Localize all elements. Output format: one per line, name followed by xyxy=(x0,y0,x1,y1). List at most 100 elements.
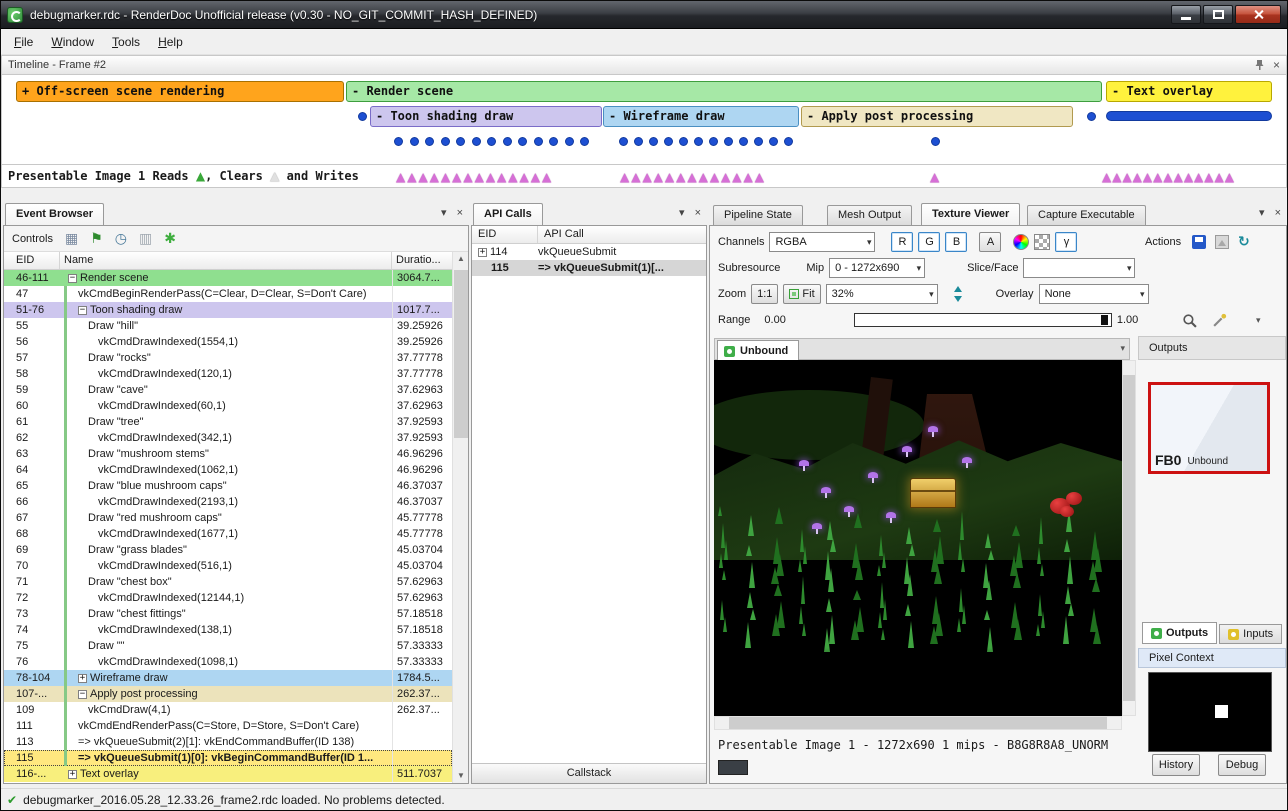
event-row-73[interactable]: 73Draw "chest fittings"57.18518 xyxy=(4,606,452,622)
close-button[interactable] xyxy=(1235,5,1281,24)
right-panel-close-icon[interactable]: × xyxy=(1275,208,1281,219)
pixel-context-view[interactable] xyxy=(1148,672,1272,752)
event-row-70[interactable]: 70vkCmdDrawIndexed(516,1)45.03704 xyxy=(4,558,452,574)
autofit-wand-icon[interactable] xyxy=(1212,313,1227,328)
event-row-66[interactable]: 66vkCmdDrawIndexed(2193,1)46.37037 xyxy=(4,494,452,510)
texture-viewer-canvas[interactable] xyxy=(714,360,1122,716)
event-row-55[interactable]: 55Draw "hill"39.25926 xyxy=(4,318,452,334)
event-row-60[interactable]: 60vkCmdDrawIndexed(60,1)37.62963 xyxy=(4,398,452,414)
scroll-down-icon[interactable]: ▼ xyxy=(453,769,469,783)
column-header-eid[interactable]: EID xyxy=(4,252,60,269)
statistics-icon[interactable]: ▥ xyxy=(139,232,152,246)
mip-dropdown[interactable]: 0 - 1272x690 xyxy=(829,258,925,278)
refresh-icon[interactable]: ↻ xyxy=(1238,235,1250,249)
timeline-draw-dot[interactable] xyxy=(503,137,512,146)
event-row-72[interactable]: 72vkCmdDrawIndexed(12144,1)57.62963 xyxy=(4,590,452,606)
event-row-61[interactable]: 61Draw "tree"37.92593 xyxy=(4,414,452,430)
timeline-draw-dot[interactable] xyxy=(549,137,558,146)
tab-event-browser[interactable]: Event Browser xyxy=(5,203,104,225)
event-row-116-...[interactable]: 116-...+Text overlay511.7037 xyxy=(4,766,452,782)
event-row-68[interactable]: 68vkCmdDrawIndexed(1677,1)45.77778 xyxy=(4,526,452,542)
timeline-section[interactable]: - Render scene xyxy=(346,81,1102,102)
event-row-75[interactable]: 75Draw ""57.33333 xyxy=(4,638,452,654)
event-row-107-...[interactable]: 107-...−Apply post processing262.37... xyxy=(4,686,452,702)
time-durations-icon[interactable]: ◷ xyxy=(115,232,127,246)
event-row-71[interactable]: 71Draw "chest box"57.62963 xyxy=(4,574,452,590)
event-row-64[interactable]: 64vkCmdDrawIndexed(1062,1)46.96296 xyxy=(4,462,452,478)
scrollbar-thumb[interactable] xyxy=(729,717,1107,729)
menu-tools[interactable]: Tools xyxy=(103,31,149,53)
timeline-draw-dot[interactable] xyxy=(664,137,673,146)
zoom-range-icon[interactable] xyxy=(1182,313,1197,328)
expander-icon[interactable]: − xyxy=(78,306,87,315)
timeline-draw-dot[interactable] xyxy=(769,137,778,146)
scrollbar-thumb[interactable] xyxy=(454,270,468,438)
event-browser-close-icon[interactable]: × xyxy=(457,208,463,219)
event-row-74[interactable]: 74vkCmdDrawIndexed(138,1)57.18518 xyxy=(4,622,452,638)
timeline-draw-dot[interactable] xyxy=(784,137,793,146)
timeline-section[interactable]: - Wireframe draw xyxy=(603,106,799,127)
checkerboard-background-icon[interactable] xyxy=(1034,234,1050,250)
event-browser-scrollbar[interactable]: ▲ ▼ xyxy=(452,252,468,783)
callstack-title[interactable]: Callstack xyxy=(472,763,706,783)
timeline-draw-dot[interactable] xyxy=(679,137,688,146)
event-row-109[interactable]: 109vkCmdDraw(4,1)262.37... xyxy=(4,702,452,718)
timeline-draw-dot[interactable] xyxy=(709,137,718,146)
filter-star-icon[interactable]: ✱ xyxy=(164,232,176,246)
event-row-113[interactable]: 113=> vkQueueSubmit(2)[1]: vkEndCommandB… xyxy=(4,734,452,750)
timeline-draw-dot[interactable] xyxy=(518,137,527,146)
menu-file[interactable]: File xyxy=(5,31,42,53)
timeline-draw-dot[interactable] xyxy=(358,112,367,121)
open-texture-icon[interactable] xyxy=(1215,235,1229,249)
zoom-level-combo[interactable]: 32% xyxy=(826,284,938,304)
tab-texture-viewer[interactable]: Texture Viewer xyxy=(921,203,1020,225)
tab-mesh-output[interactable]: Mesh Output xyxy=(827,205,912,225)
event-row-59[interactable]: 59Draw "cave"37.62963 xyxy=(4,382,452,398)
timeline-section[interactable]: + Off-screen scene rendering xyxy=(16,81,344,102)
timeline-draw-dot[interactable] xyxy=(580,137,589,146)
timeline-section[interactable]: - Text overlay xyxy=(1106,81,1272,102)
timeline-draw-pill[interactable] xyxy=(1106,111,1272,121)
timeline-section[interactable]: - Toon shading draw xyxy=(370,106,602,127)
column-header-name[interactable]: Name xyxy=(60,252,392,269)
event-row-65[interactable]: 65Draw "blue mushroom caps"46.37037 xyxy=(4,478,452,494)
expander-icon[interactable]: + xyxy=(78,674,87,683)
event-row-78-104[interactable]: 78-104+Wireframe draw1784.5... xyxy=(4,670,452,686)
tab-outputs[interactable]: Outputs xyxy=(1142,622,1217,644)
event-browser-menu-icon[interactable]: ▾ xyxy=(441,208,447,219)
timeline-draw-dot[interactable] xyxy=(565,137,574,146)
expander-icon[interactable]: − xyxy=(68,274,77,283)
timeline-draw-dot[interactable] xyxy=(634,137,643,146)
flip-y-icon[interactable] xyxy=(952,285,964,303)
viewer-horizontal-scrollbar[interactable] xyxy=(714,716,1122,730)
channel-red-button[interactable]: R xyxy=(891,232,913,252)
find-event-icon[interactable]: ▦ xyxy=(65,232,78,246)
fit-button[interactable]: Fit xyxy=(783,284,820,304)
texture-tab-list-icon[interactable]: ▾ xyxy=(1120,343,1125,354)
api-row-114[interactable]: +114vkQueueSubmit xyxy=(472,244,706,260)
timeline-draw-dot[interactable] xyxy=(472,137,481,146)
expander-icon[interactable]: + xyxy=(478,248,487,257)
channel-blue-button[interactable]: B xyxy=(945,232,967,252)
api-row-115[interactable]: 115=> vkQueueSubmit(1)[... xyxy=(472,260,706,276)
maximize-button[interactable] xyxy=(1203,5,1233,24)
timeline-draw-dot[interactable] xyxy=(456,137,465,146)
menu-help[interactable]: Help xyxy=(149,31,192,53)
timeline-section[interactable]: - Apply post processing xyxy=(801,106,1073,127)
event-row-63[interactable]: 63Draw "mushroom stems"46.96296 xyxy=(4,446,452,462)
range-overflow-icon[interactable]: ▾ xyxy=(1256,315,1261,326)
right-panel-menu-icon[interactable]: ▾ xyxy=(1259,208,1265,219)
timeline-draw-dot[interactable] xyxy=(619,137,628,146)
event-row-46-111[interactable]: 46-111−Render scene3064.7... xyxy=(4,270,452,286)
event-row-56[interactable]: 56vkCmdDrawIndexed(1554,1)39.25926 xyxy=(4,334,452,350)
column-header-duration[interactable]: Duratio... xyxy=(392,252,452,269)
tab-pipeline-state[interactable]: Pipeline State xyxy=(713,205,803,225)
history-button[interactable]: History xyxy=(1152,754,1200,776)
pin-icon[interactable] xyxy=(1254,59,1265,71)
tab-api-calls[interactable]: API Calls xyxy=(473,203,543,225)
expander-icon[interactable]: − xyxy=(78,690,87,699)
menu-window[interactable]: Window xyxy=(42,31,103,53)
timeline-draw-dot[interactable] xyxy=(394,137,403,146)
timeline-close-icon[interactable]: × xyxy=(1273,59,1280,71)
timeline-draw-dot[interactable] xyxy=(739,137,748,146)
